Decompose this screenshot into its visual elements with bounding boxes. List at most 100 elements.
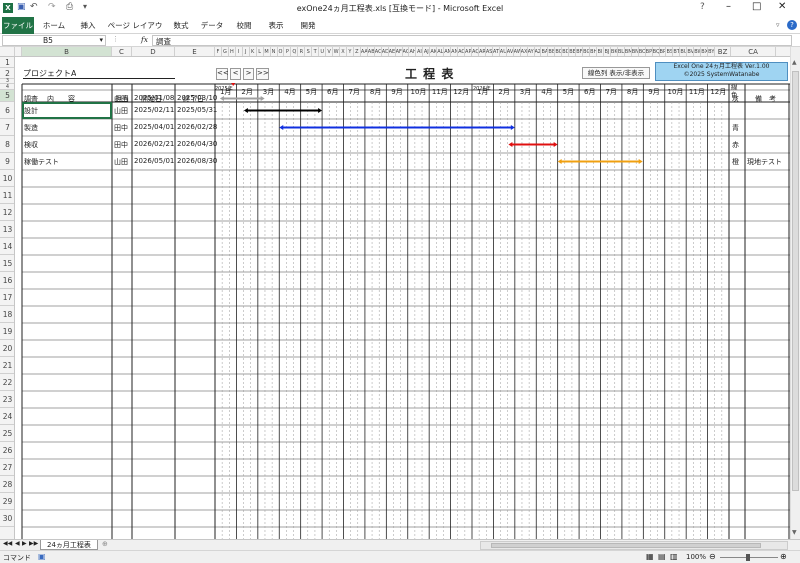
- column-header-i[interactable]: I: [236, 47, 243, 56]
- column-header-p[interactable]: P: [284, 47, 292, 56]
- column-header-bl[interactable]: BL: [618, 47, 625, 56]
- row-header-5[interactable]: 5: [0, 90, 14, 102]
- column-header-ak[interactable]: AK: [430, 47, 438, 56]
- zoom-level[interactable]: 100%: [686, 553, 706, 561]
- column-header-bu[interactable]: BU: [680, 47, 688, 56]
- row-header-16[interactable]: 16: [0, 272, 14, 289]
- column-header-m[interactable]: M: [264, 47, 271, 56]
- column-header-e[interactable]: E: [175, 47, 215, 56]
- column-header-bn[interactable]: BN: [632, 47, 639, 56]
- column-header-af[interactable]: AF: [396, 47, 403, 56]
- row-header-18[interactable]: 18: [0, 306, 14, 323]
- column-header-bc[interactable]: BC: [555, 47, 563, 56]
- worksheet-grid[interactable]: プロジェクトA << < > >> 工 程 表 線色列 表示/非表示 Excel…: [15, 57, 790, 539]
- fx-icon[interactable]: fx: [141, 35, 148, 44]
- column-header-bi[interactable]: BI: [597, 47, 604, 56]
- print-preview-icon[interactable]: ⎙: [66, 2, 73, 12]
- sheet-nav-first-icon[interactable]: ◀◀: [3, 540, 12, 547]
- macro-record-icon[interactable]: ▣: [38, 552, 46, 561]
- row-header-8[interactable]: 8: [0, 136, 14, 153]
- column-header-bt[interactable]: BT: [673, 47, 681, 56]
- column-header-n[interactable]: N: [271, 47, 278, 56]
- row-header-1[interactable]: 1: [0, 57, 14, 68]
- column-header-b[interactable]: B: [22, 47, 112, 56]
- task-end-date[interactable]: 2025/03/10: [177, 94, 217, 102]
- row-header-30[interactable]: 30: [0, 510, 14, 527]
- tab-file[interactable]: ファイル: [2, 17, 34, 34]
- column-header-ap[interactable]: AP: [465, 47, 472, 56]
- nav-prev-button[interactable]: <: [230, 68, 241, 80]
- zoom-slider-thumb[interactable]: [746, 554, 750, 561]
- row-header-21[interactable]: 21: [0, 357, 14, 374]
- help-icon[interactable]: ?: [700, 2, 705, 12]
- row-header-24[interactable]: 24: [0, 408, 14, 425]
- tab-home[interactable]: ホーム: [38, 17, 70, 34]
- quick-access-dropdown-icon[interactable]: ▾: [83, 2, 87, 11]
- column-header-as[interactable]: AS: [486, 47, 493, 56]
- scroll-up-icon[interactable]: ▲: [792, 59, 797, 66]
- row-header-17[interactable]: 17: [0, 289, 14, 306]
- column-header-bq[interactable]: BQ: [653, 47, 660, 56]
- column-header-at[interactable]: AT: [493, 47, 500, 56]
- column-header-bx[interactable]: BX: [701, 47, 709, 56]
- column-header-bh[interactable]: BH: [590, 47, 598, 56]
- column-header-ax[interactable]: AX: [521, 47, 528, 56]
- zoom-out-icon[interactable]: ⊖: [709, 552, 716, 561]
- column-header-bf[interactable]: BF: [576, 47, 584, 56]
- column-header-ai[interactable]: AI: [416, 47, 424, 56]
- task-name[interactable]: 検収: [24, 140, 38, 150]
- row-header-22[interactable]: 22: [0, 374, 14, 391]
- horizontal-scrollbar[interactable]: [480, 541, 788, 550]
- task-owner[interactable]: 山田: [114, 157, 128, 167]
- column-header-by[interactable]: BY: [708, 47, 716, 56]
- column-header-am[interactable]: AM: [444, 47, 452, 56]
- column-header-q[interactable]: Q: [291, 47, 299, 56]
- column-header-a[interactable]: [15, 47, 22, 56]
- scroll-thumb[interactable]: [792, 71, 799, 491]
- column-header-h[interactable]: H: [229, 47, 236, 56]
- column-header-ae[interactable]: AE: [389, 47, 396, 56]
- column-header-t[interactable]: T: [312, 47, 320, 56]
- help-circle-icon[interactable]: ?: [787, 20, 797, 30]
- save-icon[interactable]: ▣: [17, 2, 26, 12]
- task-line-color[interactable]: 青: [732, 123, 739, 133]
- column-header-ca[interactable]: CA: [731, 47, 777, 56]
- column-header-u[interactable]: U: [319, 47, 327, 56]
- new-sheet-icon[interactable]: ⊕: [102, 540, 108, 548]
- column-header-ao[interactable]: AO: [458, 47, 466, 56]
- page-layout-view-icon[interactable]: ▤: [658, 552, 666, 561]
- task-owner[interactable]: 田中: [114, 123, 128, 133]
- column-header-y[interactable]: Y: [347, 47, 354, 56]
- column-header-z[interactable]: Z: [354, 47, 361, 56]
- horizontal-scroll-thumb[interactable]: [491, 543, 761, 548]
- task-owner[interactable]: 山田: [114, 94, 128, 104]
- column-header-br[interactable]: BR: [660, 47, 667, 56]
- column-header-be[interactable]: BE: [569, 47, 577, 56]
- sheet-nav-prev-icon[interactable]: ◀: [15, 540, 20, 547]
- row-header-29[interactable]: 29: [0, 493, 14, 510]
- column-header-ba[interactable]: BA: [541, 47, 549, 56]
- column-header-bm[interactable]: BM: [625, 47, 632, 56]
- row-header-15[interactable]: 15: [0, 255, 14, 272]
- column-header-w[interactable]: W: [333, 47, 341, 56]
- toggle-color-column-button[interactable]: 線色列 表示/非表示: [582, 67, 650, 79]
- close-icon[interactable]: ✕: [778, 1, 786, 12]
- column-header-az[interactable]: AZ: [535, 47, 542, 56]
- column-header-aa[interactable]: AA: [361, 47, 368, 56]
- tab-view[interactable]: 表示: [262, 17, 290, 34]
- row-header-6[interactable]: 6: [0, 102, 14, 119]
- row-header-23[interactable]: 23: [0, 391, 14, 408]
- column-header-x[interactable]: X: [340, 47, 347, 56]
- task-line-color[interactable]: 灰: [732, 94, 739, 104]
- column-header-aw[interactable]: AW: [514, 47, 521, 56]
- task-end-date[interactable]: 2025/05/31: [177, 106, 217, 114]
- zoom-in-icon[interactable]: ⊕: [780, 552, 787, 561]
- column-header-bz[interactable]: BZ: [715, 47, 732, 56]
- column-header-bs[interactable]: BS: [666, 47, 674, 56]
- ribbon-collapse-icon[interactable]: ▿: [776, 21, 780, 29]
- task-line-color[interactable]: 赤: [732, 140, 739, 150]
- row-header-25[interactable]: 25: [0, 425, 14, 442]
- column-header-au[interactable]: AU: [500, 47, 507, 56]
- column-header-aq[interactable]: AQ: [472, 47, 479, 56]
- column-header-ag[interactable]: AG: [403, 47, 410, 56]
